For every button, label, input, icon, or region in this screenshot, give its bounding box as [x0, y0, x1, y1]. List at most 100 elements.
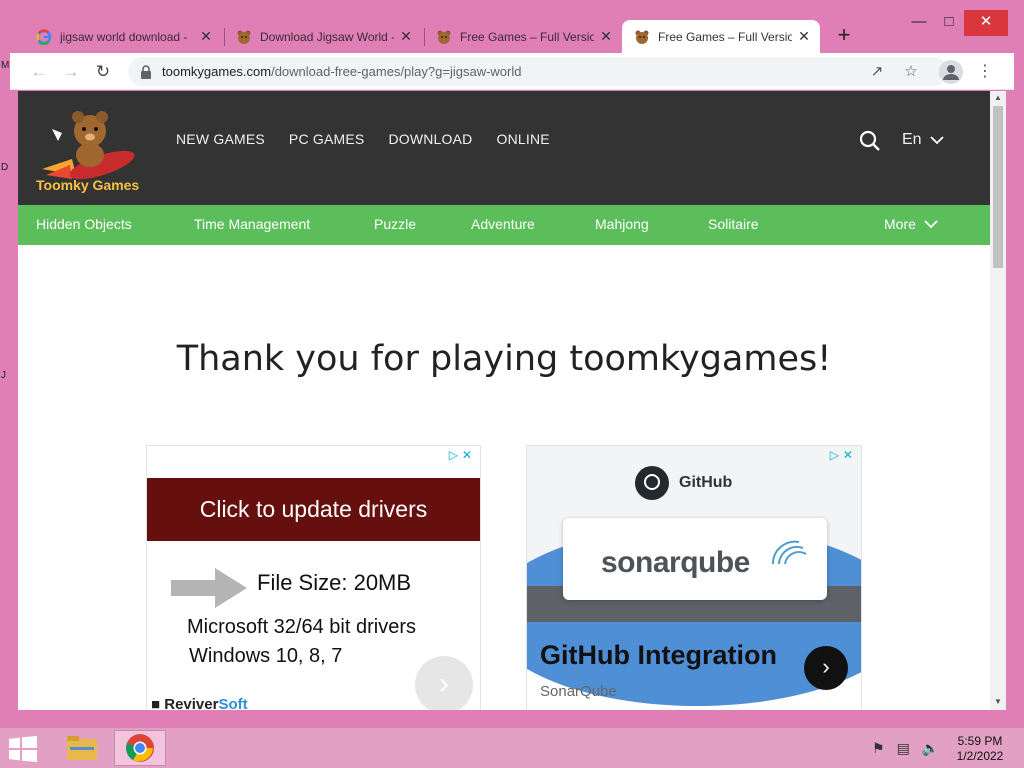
language-label: En: [902, 131, 922, 148]
bear-favicon-icon: [436, 29, 452, 45]
file-explorer-taskbar-button[interactable]: [56, 730, 108, 766]
tab-bar: jigsaw world download - ✕ Download Jigsa…: [10, 8, 1014, 53]
nav-pc-games[interactable]: PC GAMES: [289, 131, 365, 147]
volume-muted-icon[interactable]: 🔈: [922, 740, 939, 757]
desktop-icon-label[interactable]: M: [1, 60, 9, 71]
github-icon: [635, 466, 669, 500]
brand-part: Reviver: [164, 696, 219, 710]
ad-text-line: Windows 10, 8, 7: [189, 645, 343, 667]
browser-menu-icon[interactable]: ⋮: [972, 59, 998, 85]
tab-title: jigsaw world download -: [60, 29, 188, 44]
desktop-icon-label[interactable]: D: [1, 162, 8, 173]
category-adventure[interactable]: Adventure: [471, 216, 535, 232]
sonar-waves-icon: [771, 540, 807, 565]
web-page: Toomky Games NEW GAMES PC GAMES DOWNLOAD…: [18, 91, 990, 710]
nav-new-games[interactable]: NEW GAMES: [176, 131, 265, 147]
share-icon[interactable]: ↗: [866, 61, 888, 83]
chrome-taskbar-button[interactable]: [114, 730, 166, 766]
category-hidden-objects[interactable]: Hidden Objects: [36, 216, 132, 232]
site-logo-text[interactable]: Toomky Games: [36, 177, 139, 193]
scroll-up-arrow[interactable]: ▲: [990, 93, 1006, 102]
maximize-button[interactable]: □: [932, 10, 966, 36]
arrow-right-icon: [171, 568, 247, 608]
language-selector[interactable]: En: [902, 131, 944, 149]
windows-start-icon[interactable]: [8, 736, 38, 762]
ad-hero-image: GitHub sonarqube ▷✕: [527, 446, 861, 706]
url-path: /download-free-games/play?g=jigsaw-world: [271, 64, 522, 79]
ad-text-line: Microsoft 32/64 bit drivers: [187, 616, 416, 638]
category-solitaire[interactable]: Solitaire: [708, 216, 759, 232]
clock-time: 5:59 PM: [957, 734, 1003, 748]
adchoices-icon[interactable]: ▷✕: [830, 448, 857, 462]
thanks-heading: Thank you for playing toomkygames!: [176, 339, 832, 379]
close-tab-icon[interactable]: ✕: [796, 28, 812, 45]
tab-free-games-active[interactable]: Free Games – Full Version ✕: [622, 20, 820, 53]
sonarqube-logo-text: sonarqube: [601, 546, 750, 579]
sonarqube-ad[interactable]: GitHub sonarqube ▷✕ GitHub Integration S…: [526, 445, 862, 710]
github-logo: GitHub: [635, 466, 732, 500]
close-tab-icon[interactable]: ✕: [398, 28, 414, 45]
nav-online[interactable]: ONLINE: [497, 131, 550, 147]
more-categories-button[interactable]: More: [884, 216, 938, 232]
search-icon[interactable]: [858, 129, 882, 153]
ad-headline[interactable]: GitHub Integration: [540, 640, 777, 671]
tab-download-jigsaw[interactable]: Download Jigsaw World - ✕: [224, 20, 422, 53]
browser-window: jigsaw world download - ✕ Download Jigsa…: [10, 8, 1014, 718]
minimize-button[interactable]: —: [902, 10, 936, 36]
site-header: Toomky Games NEW GAMES PC GAMES DOWNLOAD…: [18, 91, 990, 205]
chevron-down-icon: [924, 219, 938, 228]
chrome-icon: [126, 734, 154, 762]
reload-button[interactable]: ↻: [90, 59, 116, 85]
more-label: More: [884, 216, 916, 232]
page-scrollbar[interactable]: ▲ ▼: [990, 91, 1006, 710]
bookmark-star-icon[interactable]: ☆: [900, 61, 922, 83]
ad-advertiser: SonarQube: [540, 683, 617, 700]
windows-taskbar: ⚑ ▤ 🔈 5:59 PM 1/2/2022: [0, 728, 1024, 768]
category-puzzle[interactable]: Puzzle: [374, 216, 416, 232]
tab-title: Free Games – Full Version: [658, 29, 792, 44]
chevron-down-icon: [929, 135, 944, 144]
close-tab-icon[interactable]: ✕: [598, 28, 614, 45]
network-icon[interactable]: ▤: [897, 740, 910, 757]
category-mahjong[interactable]: Mahjong: [595, 216, 649, 232]
ad-brand-logo: ■ ReviverSoft: [151, 696, 248, 710]
ad-file-size: File Size: 20MB: [257, 570, 412, 595]
forward-button[interactable]: →: [58, 59, 84, 85]
tab-title: Free Games – Full Version: [460, 29, 594, 44]
new-tab-button[interactable]: +: [832, 24, 856, 48]
ad-next-button[interactable]: ›: [415, 656, 473, 710]
category-bar: Hidden Objects Time Management Puzzle Ad…: [18, 205, 990, 245]
tab-jigsaw-search[interactable]: jigsaw world download - ✕: [24, 20, 222, 53]
driver-update-ad[interactable]: ▷✕ Click to update drivers File Size: 20…: [146, 445, 481, 710]
clock-date: 1/2/2022: [956, 749, 1004, 763]
ad-banner-title[interactable]: Click to update drivers: [147, 478, 480, 541]
back-button[interactable]: ←: [26, 59, 52, 85]
scrollbar-thumb[interactable]: [993, 106, 1003, 268]
url-domain: toomkygames.com: [162, 64, 272, 79]
flag-icon[interactable]: ⚑: [872, 740, 885, 757]
main-navigation: NEW GAMES PC GAMES DOWNLOAD ONLINE: [176, 131, 550, 147]
close-window-button[interactable]: ✕: [964, 10, 1008, 36]
system-tray: ⚑ ▤ 🔈: [872, 740, 939, 757]
folder-icon: [67, 736, 97, 760]
category-time-management[interactable]: Time Management: [194, 216, 310, 232]
browser-toolbar: ← → ↻ toomkygames.com/download-free-game…: [10, 53, 1014, 90]
tab-free-games-1[interactable]: Free Games – Full Version ✕: [424, 20, 622, 53]
adchoices-icon[interactable]: ▷✕: [449, 448, 476, 462]
profile-avatar-icon[interactable]: [939, 60, 963, 84]
address-bar[interactable]: toomkygames.com/download-free-games/play…: [128, 57, 948, 86]
bear-favicon-icon: [236, 29, 252, 45]
sonarqube-card: sonarqube: [563, 518, 827, 600]
desktop-icon-label[interactable]: J: [1, 370, 6, 381]
github-label: GitHub: [679, 474, 733, 491]
ad-go-button[interactable]: ›: [804, 646, 848, 690]
scroll-down-arrow[interactable]: ▼: [990, 697, 1006, 706]
lock-icon[interactable]: [140, 64, 152, 79]
google-icon: [36, 28, 52, 45]
tab-title: Download Jigsaw World -: [260, 29, 394, 44]
bear-favicon-icon: [634, 29, 650, 45]
brand-part: Soft: [218, 696, 248, 710]
close-tab-icon[interactable]: ✕: [198, 28, 214, 45]
taskbar-clock[interactable]: 5:59 PM 1/2/2022: [950, 734, 1010, 764]
nav-download[interactable]: DOWNLOAD: [388, 131, 472, 147]
